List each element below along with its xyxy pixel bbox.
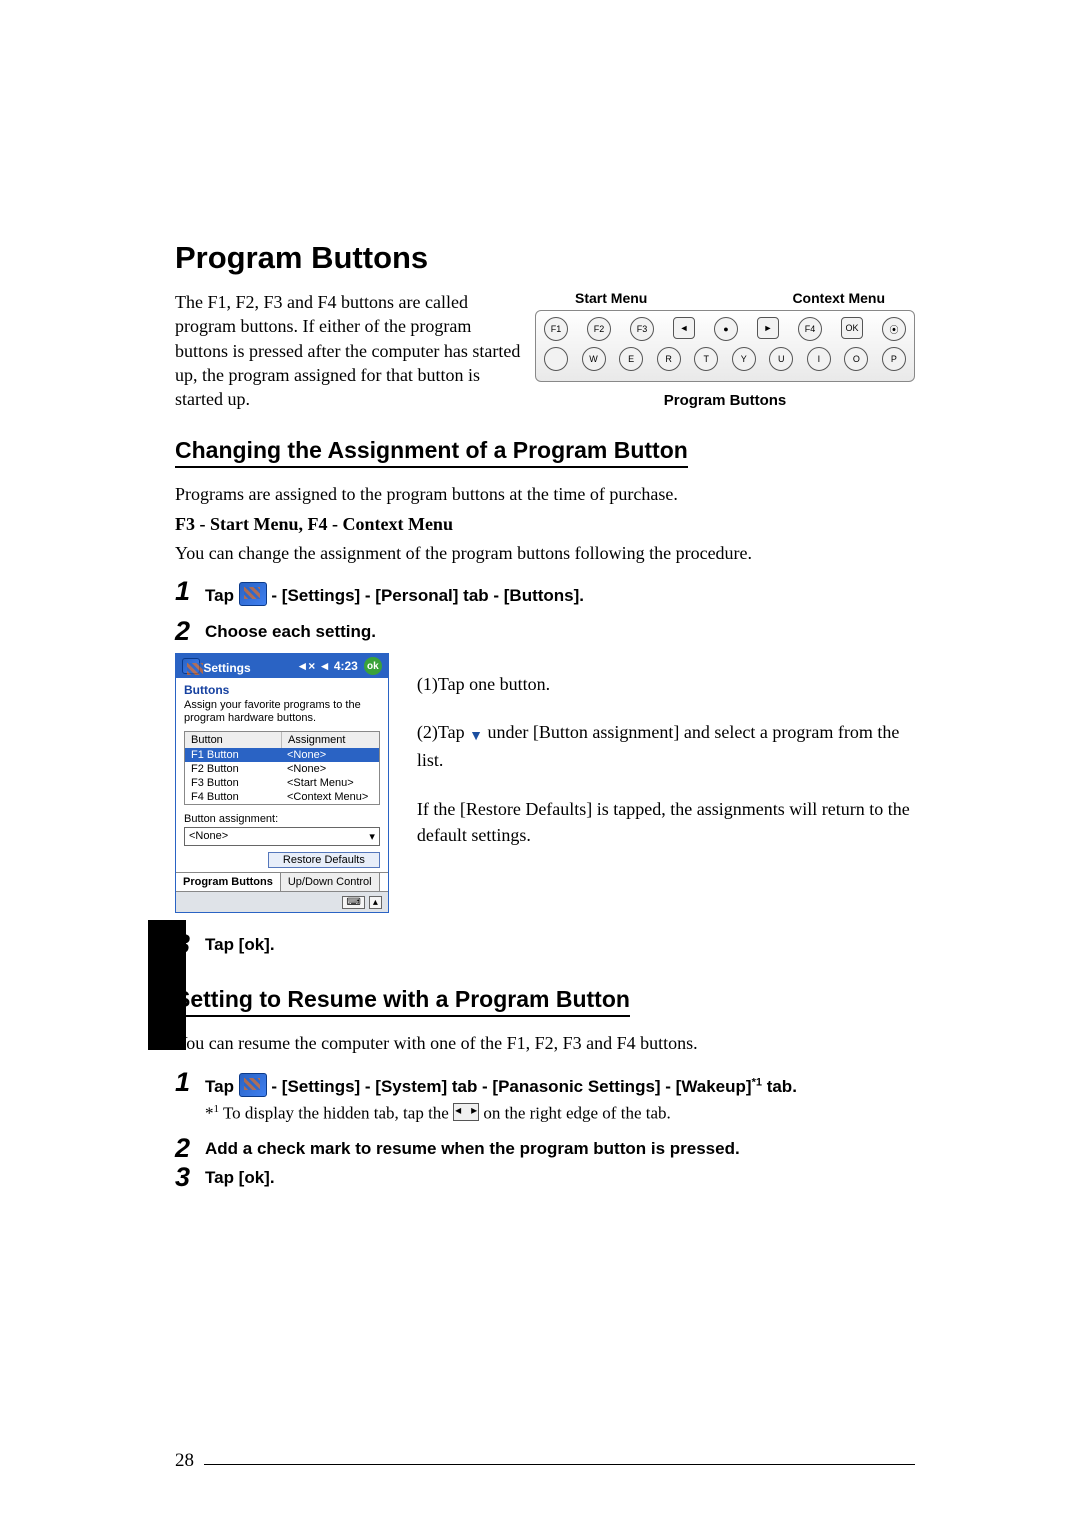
s2-step3-text: Tap [ok]. xyxy=(205,1164,275,1188)
page-footer: 28 xyxy=(175,1450,915,1472)
device-left-button: ◄ xyxy=(673,317,695,339)
start-menu-icon xyxy=(182,658,200,674)
footnote-mid: To display the hidden tab, tap the xyxy=(219,1103,453,1122)
restore-defaults-button: Restore Defaults xyxy=(268,852,380,868)
section1-p2: F3 - Start Menu, F4 - Context Menu xyxy=(175,512,915,537)
device-ok-button: OK xyxy=(841,317,863,339)
screenshot-clock: ◄× ◄ 4:23 xyxy=(296,659,357,673)
button-assignment-field: <None> ▾ xyxy=(184,827,380,846)
device-f1-button: F1 xyxy=(544,317,568,341)
device-f4-button: F4 xyxy=(798,317,822,341)
keyboard-icon: ⌨ xyxy=(342,896,364,909)
section-heading-changing: Changing the Assignment of a Program But… xyxy=(175,437,688,468)
s2-step-1: 1 Tap - [Settings] - [System] tab - [Pan… xyxy=(175,1069,915,1124)
step-number: 1 xyxy=(175,578,205,605)
col-assignment: Assignment xyxy=(282,732,351,748)
step-2: 2 Choose each setting. xyxy=(175,618,915,645)
start-menu-icon xyxy=(239,582,267,606)
device-power-button: ⦿ xyxy=(882,317,906,341)
device-key: E xyxy=(619,347,643,371)
device-diagram: F1 F2 F3 ◄ ● ► F4 OK ⦿ W E R T Y xyxy=(535,310,915,382)
page-content: Program Buttons The F1, F2, F3 and F4 bu… xyxy=(175,240,915,1193)
chevron-down-icon: ▾ xyxy=(369,830,375,843)
s2-step1-text: - [Settings] - [System] tab - [Panasonic… xyxy=(271,1077,751,1096)
intro-paragraph: The F1, F2, F3 and F4 buttons are called… xyxy=(175,290,525,411)
footer-rule xyxy=(204,1464,915,1465)
s2-step2-text: Add a check mark to resume when the prog… xyxy=(205,1135,740,1159)
start-menu-icon xyxy=(239,1073,267,1097)
section1-p3: You can change the assignment of the pro… xyxy=(175,541,915,566)
table-row: F3 Button <Start Menu> xyxy=(185,776,379,790)
table-row: F4 Button <Context Menu> xyxy=(185,790,379,804)
s2-step-3: 3 Tap [ok]. xyxy=(175,1164,915,1191)
button-assignment-label: Button assignment: xyxy=(176,805,388,827)
step-number: 2 xyxy=(175,618,205,645)
chevron-up-icon: ▴ xyxy=(369,896,382,909)
step-number: 1 xyxy=(175,1069,205,1096)
tab-updown-control: Up/Down Control xyxy=(281,873,380,891)
step-3: 3 Tap [ok]. xyxy=(175,931,915,958)
tab-scroll-icon xyxy=(453,1103,479,1121)
footnote-ref: *1 xyxy=(752,1076,762,1088)
device-caption: Program Buttons xyxy=(535,392,915,409)
footnote-end: on the right edge of the tab. xyxy=(479,1103,671,1122)
buttons-table: Button Assignment F1 Button <None> F2 Bu… xyxy=(184,731,380,805)
dropdown-arrow-icon: ▼ xyxy=(469,727,483,747)
s2-step-2: 2 Add a check mark to resume when the pr… xyxy=(175,1135,915,1162)
screenshot-subtitle: Buttons xyxy=(176,678,388,699)
step-number: 3 xyxy=(175,1164,205,1191)
sip-bar: ⌨▴ xyxy=(176,891,388,912)
section1-p1: Programs are assigned to the program but… xyxy=(175,482,915,507)
callout-3: If the [Restore Defaults] is tapped, the… xyxy=(417,796,915,848)
device-key: Y xyxy=(732,347,756,371)
table-row: F2 Button <None> xyxy=(185,762,379,776)
device-key xyxy=(544,347,568,371)
device-key: U xyxy=(769,347,793,371)
device-key: W xyxy=(582,347,606,371)
screenshot-title: Settings xyxy=(203,661,250,675)
step-number: 3 xyxy=(175,931,205,958)
step1-prefix: Tap xyxy=(205,586,239,605)
step-number: 2 xyxy=(175,1135,205,1162)
device-right-button: ► xyxy=(757,317,779,339)
callouts: (1)Tap one button. (2)Tap ▼ under [Butto… xyxy=(389,653,915,870)
device-f3-button: F3 xyxy=(630,317,654,341)
ok-icon: ok xyxy=(364,657,382,675)
settings-screenshot: Settings ◄× ◄ 4:23 ok Buttons Assign you… xyxy=(175,653,389,913)
device-label-start-menu: Start Menu xyxy=(575,290,647,306)
step2-text: Choose each setting. xyxy=(205,618,376,642)
section-heading-resume: Setting to Resume with a Program Button xyxy=(175,986,630,1017)
col-button: Button xyxy=(185,732,282,748)
device-label-context-menu: Context Menu xyxy=(792,290,885,306)
section2-p1: You can resume the computer with one of … xyxy=(175,1031,915,1056)
screenshot-desc: Assign your favorite programs to the pro… xyxy=(176,699,388,731)
step1-text: - [Settings] - [Personal] tab - [Buttons… xyxy=(271,586,584,605)
device-center-button: ● xyxy=(714,317,738,341)
page-number: 28 xyxy=(175,1450,204,1472)
device-key: O xyxy=(844,347,868,371)
device-key: I xyxy=(807,347,831,371)
table-row: F1 Button <None> xyxy=(185,748,379,762)
device-key: T xyxy=(694,347,718,371)
footnote-asterisk: * xyxy=(205,1103,214,1122)
step-1: 1 Tap - [Settings] - [Personal] tab - [B… xyxy=(175,578,915,606)
device-f2-button: F2 xyxy=(587,317,611,341)
s2-step1-suffix: tab. xyxy=(762,1077,797,1096)
device-key: R xyxy=(657,347,681,371)
callout-1: (1)Tap one button. xyxy=(417,671,915,697)
step3-text: Tap [ok]. xyxy=(205,931,275,955)
device-figure: Start Menu Context Menu F1 F2 F3 ◄ ● ► F… xyxy=(525,290,915,409)
device-key: P xyxy=(882,347,906,371)
callout-2: (2)Tap ▼ under [Button assignment] and s… xyxy=(417,719,915,773)
s2-step1-prefix: Tap xyxy=(205,1077,239,1096)
tab-program-buttons: Program Buttons xyxy=(176,873,281,891)
page-title: Program Buttons xyxy=(175,240,915,276)
